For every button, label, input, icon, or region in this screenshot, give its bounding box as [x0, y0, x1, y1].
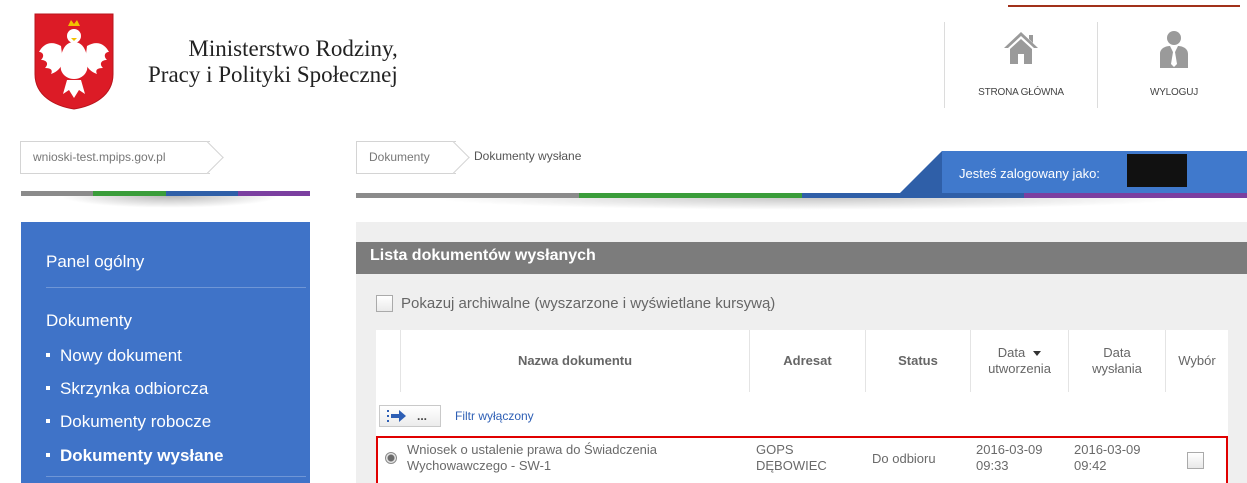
breadcrumb-sent-documents: Dokumenty wysłane: [474, 149, 582, 163]
status-text: Do odbioru: [872, 451, 936, 466]
sidebar-item-label: Dokumenty robocze: [60, 412, 212, 431]
breadcrumb: Dokumenty Dokumenty wysłane: [356, 141, 656, 174]
column-header-status[interactable]: Status: [865, 330, 970, 392]
sent-date: 2016-03-09 09:42: [1074, 442, 1164, 474]
sidebar-section-documents[interactable]: Dokumenty: [46, 311, 132, 331]
sent-date-day: 2016-03-09: [1074, 442, 1141, 457]
created-date: 2016-03-09 09:33: [976, 442, 1066, 474]
addressee-line2: DĘBOWIEC: [756, 458, 827, 473]
archive-toggle[interactable]: Pokazuj archiwalne (wyszarzone i wyświet…: [376, 295, 775, 312]
column-header-radio: [376, 330, 400, 392]
sidebar-item-label: Dokumenty wysłane: [60, 446, 224, 465]
main-stripe-shadow: [430, 198, 1190, 210]
column-header-addressee[interactable]: Adresat: [749, 330, 865, 392]
home-label: STRONA GŁÓWNA: [978, 87, 1064, 98]
created-date-day: 2016-03-09: [976, 442, 1043, 457]
document-name-line1: Wniosek o ustalenie prawa do Świadczenia: [407, 442, 658, 457]
table-row[interactable]: Wniosek o ustalenie prawa do Świadczenia…: [376, 436, 1228, 483]
header-divider: [944, 22, 945, 108]
sent-date-time: 09:42: [1074, 458, 1107, 473]
filter-status-link[interactable]: Filtr wyłączony: [455, 409, 534, 423]
filter-row: ... Filtr wyłączony: [376, 405, 1228, 431]
document-name: Wniosek o ustalenie prawa do Świadczenia…: [407, 442, 747, 474]
filter-button[interactable]: ...: [379, 405, 441, 427]
header-divider: [1097, 22, 1098, 108]
logged-in-banner: Jesteś zalogowany jako:: [942, 151, 1247, 193]
sort-desc-icon: [1033, 351, 1042, 357]
sidebar-item-drafts[interactable]: Dokumenty robocze: [46, 412, 211, 432]
user-icon: [1160, 31, 1188, 68]
sidebar-item-inbox[interactable]: Skrzynka odbiorcza: [46, 379, 208, 399]
column-header-sent[interactable]: Data wysłania: [1068, 330, 1165, 392]
archive-checkbox[interactable]: [376, 295, 393, 312]
main-content: Lista dokumentów wysłanych Pokazuj archi…: [356, 222, 1247, 483]
bullet-icon: [46, 452, 50, 457]
archive-label: Pokazuj archiwalne (wyszarzone i wyświet…: [401, 295, 776, 312]
ministry-name-line2: Pracy i Polityki Społecznej: [148, 62, 398, 87]
addressee-line1: GOPS: [756, 442, 794, 457]
sidebar: Panel ogólny Dokumenty Nowy dokument Skr…: [21, 222, 310, 483]
sidebar-item-sent-documents[interactable]: Dokumenty wysłane: [46, 446, 223, 466]
breadcrumb-documents[interactable]: Dokumenty: [356, 141, 456, 174]
sidebar-divider: [46, 287, 306, 288]
column-header-created-line2: utworzenia: [988, 361, 1051, 376]
logout-label: WYLOGUJ: [1149, 87, 1199, 98]
ministry-name: Ministerstwo Rodziny, Pracy i Polityki S…: [148, 36, 398, 88]
table-header: Nazwa dokumentu Adresat Status Data utwo…: [376, 330, 1228, 392]
logged-banner-corner: [900, 151, 942, 193]
header-accent-bar: [1008, 5, 1240, 7]
sidebar-divider: [46, 476, 306, 477]
sidebar-item-panel[interactable]: Panel ogólny: [46, 252, 144, 272]
sidebar-item-label: Nowy dokument: [60, 346, 182, 365]
column-header-select: Wybór: [1165, 330, 1228, 392]
bullet-icon: [46, 352, 50, 357]
bullet-icon: [46, 385, 50, 390]
column-header-name[interactable]: Nazwa dokumentu: [400, 330, 749, 392]
redacted-username: [1127, 154, 1187, 187]
created-date-time: 09:33: [976, 458, 1009, 473]
row-radio[interactable]: [385, 452, 397, 464]
row-select-checkbox[interactable]: [1187, 452, 1204, 469]
logout-button[interactable]: WYLOGUJ: [1099, 20, 1247, 110]
column-header-created-line1: Data: [998, 345, 1042, 361]
left-stripe-shadow: [60, 196, 280, 208]
page-title: Lista dokumentów wysłanych: [356, 242, 1247, 274]
bullet-icon: [46, 418, 50, 423]
filter-arrow-icon: [387, 410, 406, 422]
column-header-created[interactable]: Data utworzenia: [970, 330, 1068, 392]
logged-in-text: Jesteś zalogowany jako:: [959, 166, 1100, 181]
sidebar-item-label: Skrzynka odbiorcza: [60, 379, 209, 398]
home-button[interactable]: STRONA GŁÓWNA: [946, 20, 1096, 110]
sidebar-item-new-document[interactable]: Nowy dokument: [46, 346, 182, 366]
addressee: GOPS DĘBOWIEC: [756, 442, 866, 474]
document-name-line2: Wychowawczego - SW-1: [407, 458, 552, 473]
documents-table: Nazwa dokumentu Adresat Status Data utwo…: [376, 330, 1228, 483]
home-icon: [1004, 32, 1038, 64]
column-header-sent-line1: Data: [1103, 345, 1131, 360]
filter-button-label: ...: [417, 409, 428, 423]
ministry-name-line1: Ministerstwo Rodziny,: [188, 36, 398, 61]
column-header-sent-line2: wysłania: [1092, 361, 1142, 376]
domain-breadcrumb[interactable]: wnioski-test.mpips.gov.pl: [20, 141, 210, 174]
polish-eagle-emblem-icon: [34, 13, 114, 110]
header: Ministerstwo Rodziny, Pracy i Polityki S…: [0, 0, 1247, 125]
